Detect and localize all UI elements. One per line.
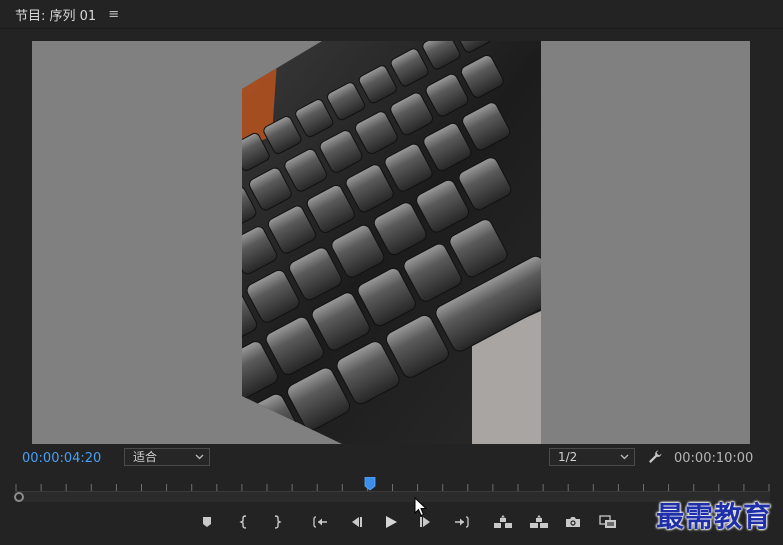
add-marker-button[interactable] bbox=[196, 513, 218, 531]
mark-out-icon bbox=[274, 515, 282, 529]
lift-button[interactable] bbox=[492, 513, 514, 531]
zoom-level-value: 适合 bbox=[133, 450, 158, 464]
chevron-down-icon bbox=[195, 454, 204, 460]
go-to-in-icon bbox=[313, 516, 327, 528]
playback-resolution-value: 1/2 bbox=[558, 450, 578, 464]
mark-in-icon bbox=[239, 515, 247, 529]
lift-icon bbox=[494, 515, 512, 528]
duration-timecode: 00:00:10:00 bbox=[674, 451, 754, 466]
wrench-icon[interactable] bbox=[647, 449, 663, 465]
go-to-out-icon bbox=[455, 516, 469, 528]
playhead-marker[interactable] bbox=[364, 477, 376, 491]
zoom-level-select[interactable]: 适合 bbox=[124, 448, 210, 466]
zoom-scrollbar-handle[interactable] bbox=[14, 492, 24, 502]
mouse-cursor-icon bbox=[414, 497, 428, 517]
time-ruler[interactable] bbox=[15, 476, 770, 492]
playhead-timecode[interactable]: 00:00:04:20 bbox=[22, 451, 101, 466]
extract-icon bbox=[530, 515, 548, 528]
panel-menu-icon[interactable]: ≡ bbox=[108, 7, 119, 22]
chevron-down-icon bbox=[620, 454, 629, 460]
step-back-icon bbox=[352, 517, 362, 527]
play-icon bbox=[386, 516, 397, 528]
panel-title[interactable]: 节目: 序列 01 bbox=[15, 5, 96, 24]
panel-header: 节目: 序列 01 ≡ bbox=[0, 0, 783, 28]
mark-in-button[interactable] bbox=[233, 513, 255, 531]
panel-header-divider bbox=[0, 28, 783, 29]
monitor-controls-row: 00:00:04:20 适合 1/2 00:00:10:00 bbox=[0, 447, 783, 469]
add-marker-icon bbox=[203, 517, 211, 527]
comparison-view-icon bbox=[599, 515, 616, 528]
program-monitor-viewer[interactable] bbox=[32, 41, 750, 444]
export-frame-button[interactable] bbox=[562, 513, 584, 531]
mark-out-button[interactable] bbox=[266, 513, 288, 531]
play-button[interactable] bbox=[380, 513, 402, 531]
video-frame-keyboard bbox=[242, 41, 541, 444]
comparison-view-button[interactable] bbox=[597, 513, 619, 531]
step-forward-icon bbox=[420, 517, 430, 527]
step-back-button[interactable] bbox=[345, 513, 367, 531]
export-frame-icon bbox=[566, 517, 580, 527]
playback-resolution-select[interactable]: 1/2 bbox=[549, 448, 635, 466]
go-to-in-button[interactable] bbox=[310, 513, 332, 531]
watermark-logo: 最需教育 bbox=[656, 500, 773, 533]
extract-button[interactable] bbox=[528, 513, 550, 531]
go-to-out-button[interactable] bbox=[450, 513, 472, 531]
